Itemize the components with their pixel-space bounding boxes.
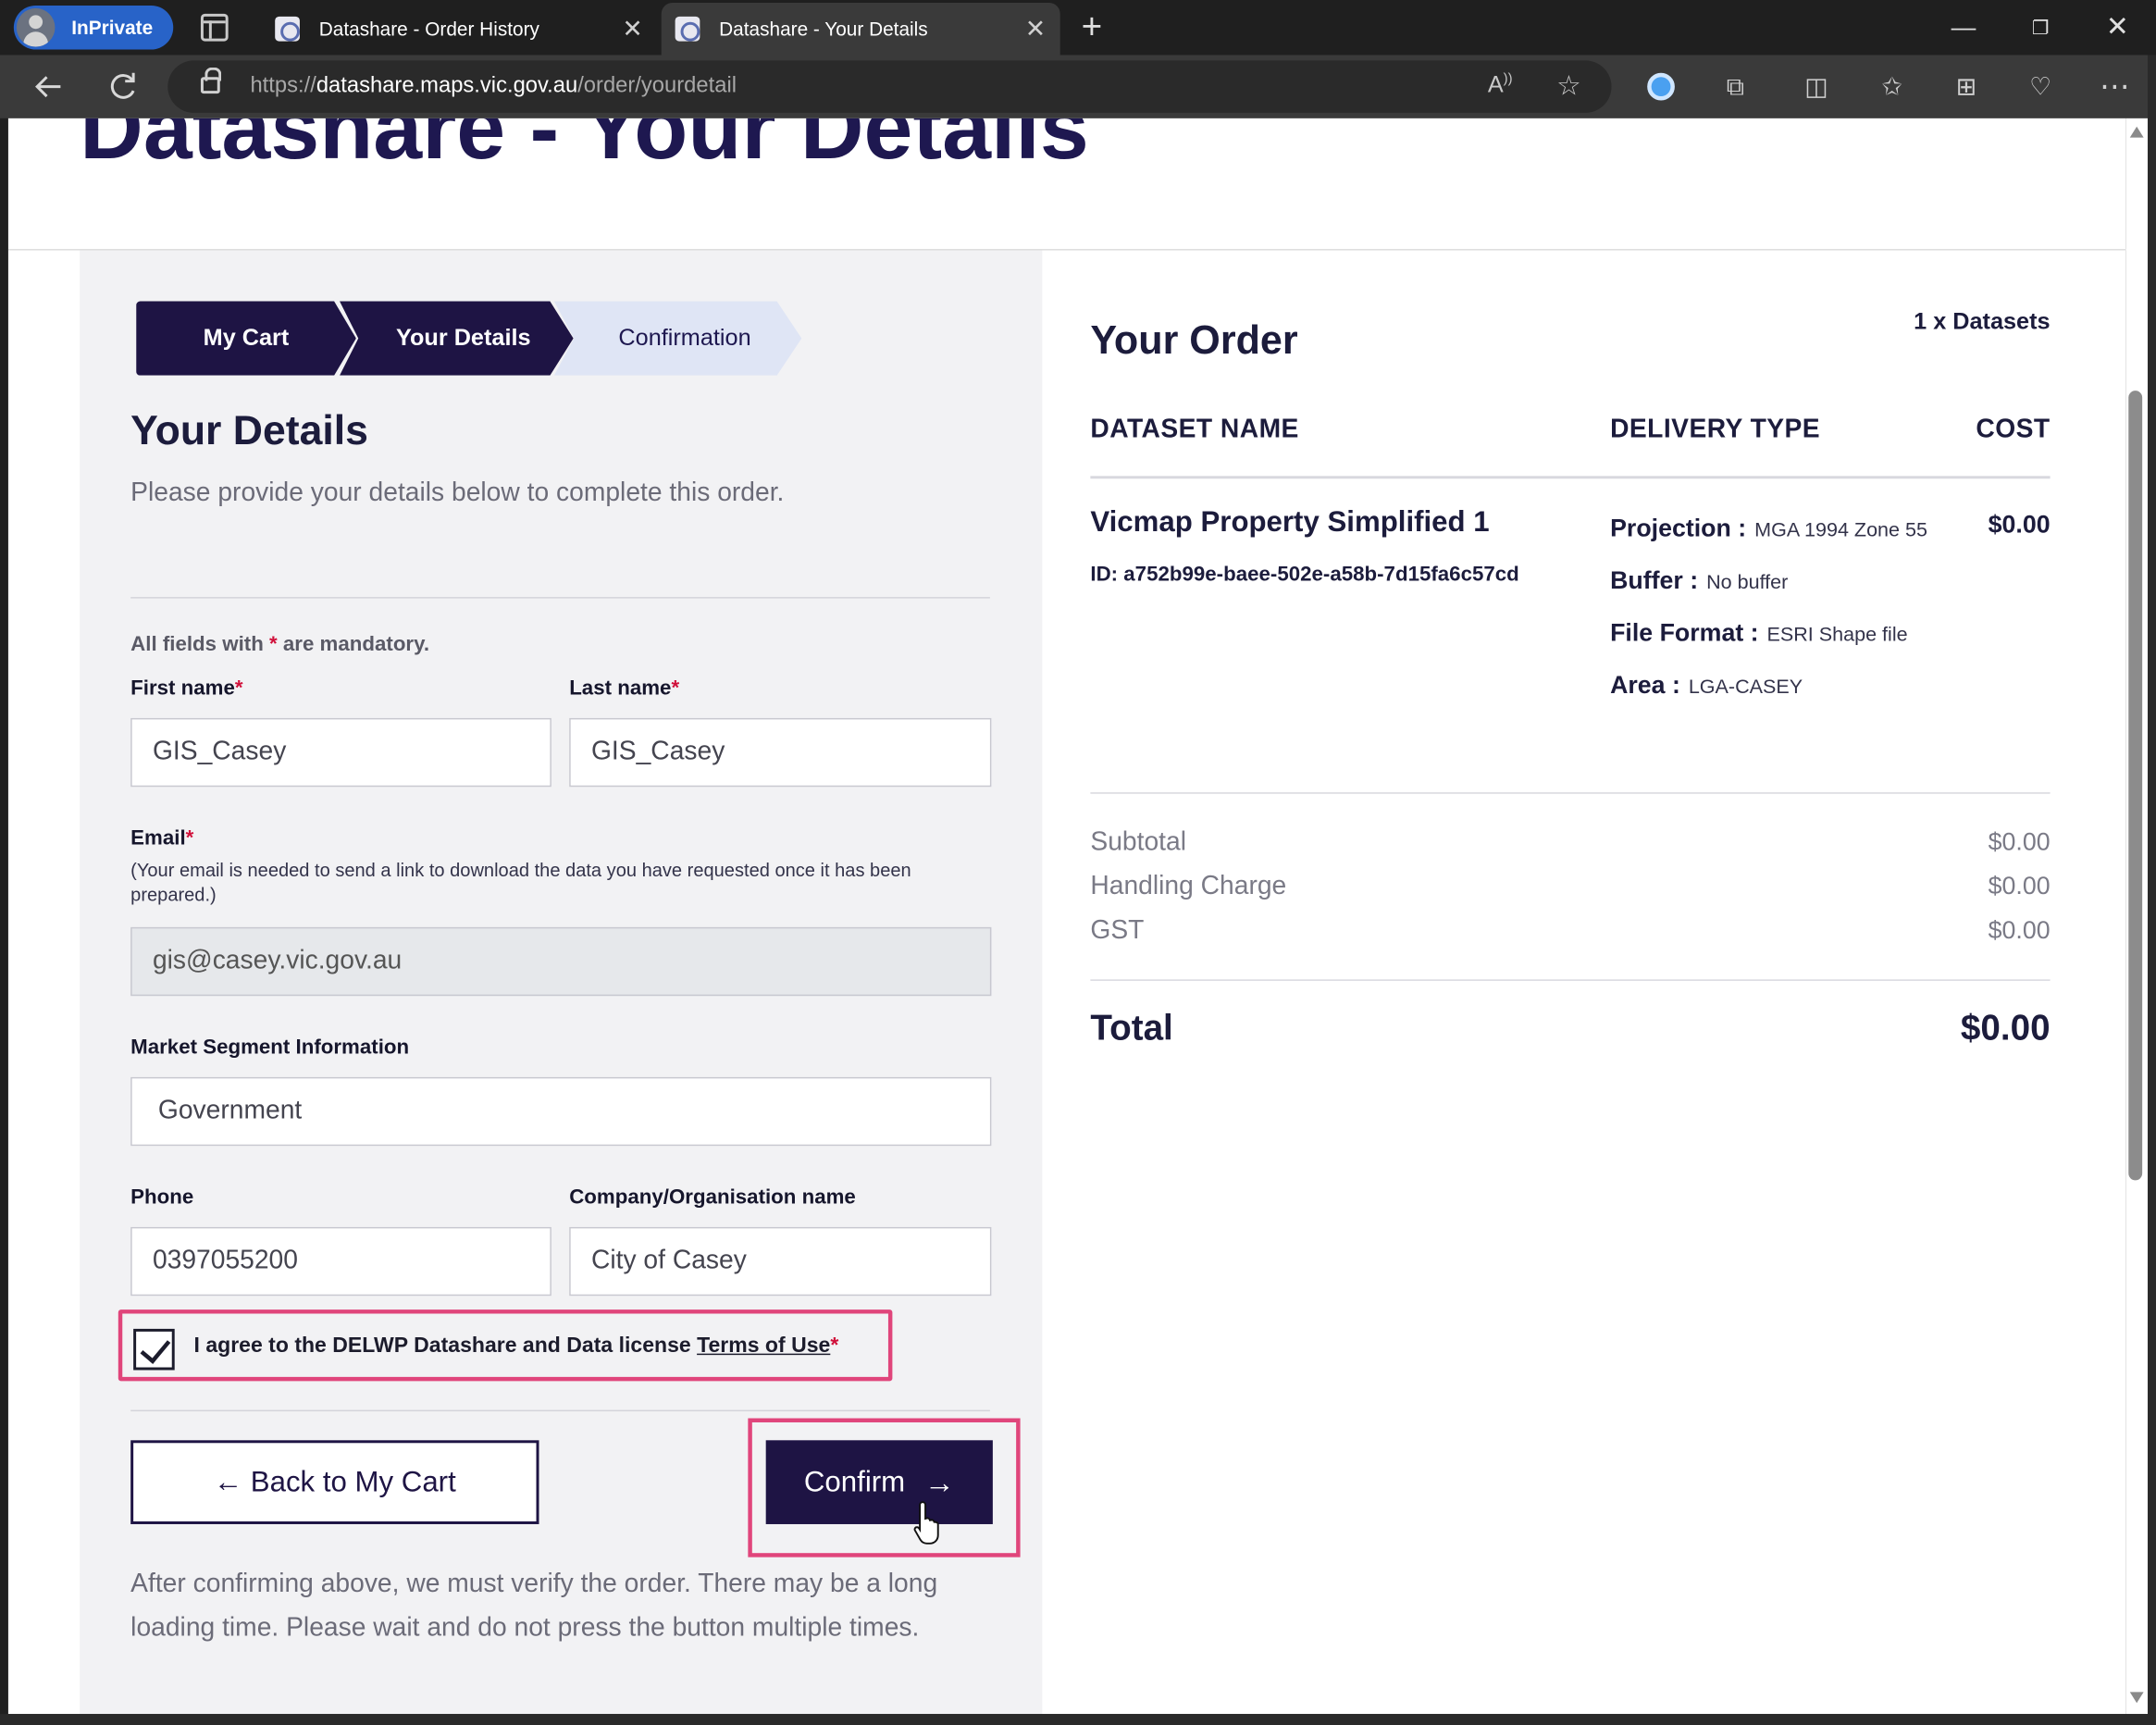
phone-input[interactable]: 0397055200 [130,1226,551,1297]
confirm-highlight: Confirm → [748,1418,1021,1557]
market-segment-label: Market Segment Information [130,1036,410,1060]
terms-of-use-link[interactable]: Terms of Use [697,1334,830,1358]
breadcrumb-my-cart[interactable]: My Cart [136,301,356,376]
dataset-id: ID: a752b99e-baee-502e-a58b-7d15fa6c57cd [1090,562,1519,587]
restore-button[interactable]: ❐ [2002,0,2079,55]
email-help-text: (Your email is needed to send a link to … [130,860,911,906]
divider [1090,979,2051,981]
total-label: Total [1090,1007,1173,1049]
close-tab-icon[interactable]: ✕ [616,15,650,43]
divider [130,1409,990,1412]
scroll-up-icon[interactable] [2129,126,2144,138]
close-tab-icon[interactable]: ✕ [1019,15,1052,43]
delivery-area: Area : LGA-CASEY [1610,671,1803,700]
breadcrumb-your-details[interactable]: Your Details [340,301,574,376]
screen: InPrivate Datashare - Order History ✕ Da… [0,0,2156,1725]
scroll-down-icon[interactable] [2129,1692,2144,1704]
breadcrumb-confirmation: Confirmation [553,301,802,376]
page-viewport: Datashare - Your Details My Cart Your De… [7,118,2126,1715]
column-delivery-type: DELIVERY TYPE [1610,415,1821,445]
subtotal-label: Subtotal [1090,827,1186,858]
handling-value: $0.00 [1988,872,2051,900]
last-name-input[interactable]: GIS_Casey [569,717,992,788]
window-close-button[interactable]: ✕ [2079,0,2156,55]
confirm-button[interactable]: Confirm → [765,1440,993,1524]
market-segment-field[interactable]: Government [130,1076,992,1147]
company-label: Company/Organisation name [569,1185,856,1210]
email-field: gis@casey.vic.gov.au [130,926,992,997]
lock-icon [200,67,222,94]
address-bar[interactable]: https://datashare.maps.vic.gov.au/order/… [167,60,1612,113]
confirm-warning-text: After confirming above, we must verify t… [130,1570,938,1643]
terms-label: I agree to the DELWP Datashare and Data … [193,1334,839,1359]
dataset-count: 1 x Datasets [1914,307,2051,335]
details-panel: My Cart Your Details Confirmation Your D… [80,250,1043,1715]
tab-title: Datashare - Order History [318,18,539,41]
arrow-right-icon: → [923,1464,955,1499]
datashare-favicon [275,16,300,42]
inprivate-badge[interactable]: InPrivate [13,5,174,50]
divider [130,597,990,599]
divider [1090,792,2051,794]
first-name-label: First name* [130,676,243,701]
inprivate-label: InPrivate [71,16,154,39]
last-name-label: Last name* [569,676,680,701]
phone-label: Phone [130,1185,194,1210]
tab-order-history[interactable]: Datashare - Order History ✕ [261,3,657,55]
terms-checkbox[interactable] [133,1328,175,1371]
more-menu-icon[interactable]: ⋯ [2094,66,2136,107]
tab-title: Datashare - Your Details [719,18,928,41]
datashare-favicon [675,16,700,42]
delivery-buffer: Buffer : No buffer [1610,566,1789,595]
collections-icon[interactable]: ⊞ [1946,66,1988,107]
dataset-name: Vicmap Property Simplified 1 [1090,506,1490,539]
column-dataset-name: DATASET NAME [1090,415,1299,445]
handling-label: Handling Charge [1090,872,1287,901]
column-cost: COST [1976,415,2051,445]
browser-toolbar: https://datashare.maps.vic.gov.au/order/… [0,55,2156,118]
gst-value: $0.00 [1988,915,2051,944]
window-frame [0,1714,2156,1725]
minimize-button[interactable]: — [1925,0,2001,55]
divider [1090,476,2051,479]
profile-avatar-icon [16,7,56,47]
email-label: Email* [130,826,194,850]
mandatory-note: All fields with * are mandatory. [130,632,430,657]
page-scrollbar[interactable] [2125,118,2149,1715]
intro-text: Please provide your details below to com… [130,478,785,508]
subtotal-value: $0.00 [1988,827,2051,856]
checkout-breadcrumb: My Cart Your Details Confirmation [136,301,810,376]
section-title: Your Details [130,408,368,454]
tab-your-details[interactable]: Datashare - Your Details ✕ [661,2,1060,56]
terms-highlight: I agree to the DELWP Datashare and Data … [118,1309,893,1382]
favorite-star-icon[interactable]: ☆ [1556,68,1581,103]
reload-icon[interactable] [102,66,143,107]
order-title: Your Order [1090,318,1298,364]
favorites-icon[interactable]: ✩ [1871,66,1913,107]
total-value: $0.00 [1960,1007,2051,1049]
company-input[interactable]: City of Casey [569,1226,992,1297]
first-name-input[interactable]: GIS_Casey [130,717,551,788]
delivery-file-format: File Format : ESRI Shape file [1610,618,1908,647]
read-aloud-icon[interactable]: A)) [1488,71,1513,99]
back-to-cart-button[interactable]: ← Back to My Cart [130,1440,539,1524]
back-arrow-icon[interactable] [28,66,69,107]
split-screen-icon[interactable]: ◫ [1796,66,1838,107]
browser-tab-bar: InPrivate Datashare - Order History ✕ Da… [0,0,2156,56]
scrollbar-thumb[interactable] [2128,391,2143,1181]
delivery-projection: Projection : MGA 1994 Zone 55 [1610,514,1927,542]
password-manager-icon[interactable] [1641,66,1682,107]
hand-cursor-icon [913,1499,944,1546]
browser-essentials-icon[interactable]: ♡ [2020,66,2062,107]
extensions-icon[interactable]: ⧉ [1715,66,1756,107]
tab-actions-icon[interactable] [200,13,229,42]
new-tab-icon[interactable]: + [1075,6,1109,50]
gst-label: GST [1090,915,1145,946]
window-frame [2148,55,2156,1725]
page-heading: Datashare - Your Details [80,118,1089,178]
item-cost: $0.00 [1988,510,2051,539]
url-text[interactable]: https://datashare.maps.vic.gov.au/order/… [250,74,737,99]
